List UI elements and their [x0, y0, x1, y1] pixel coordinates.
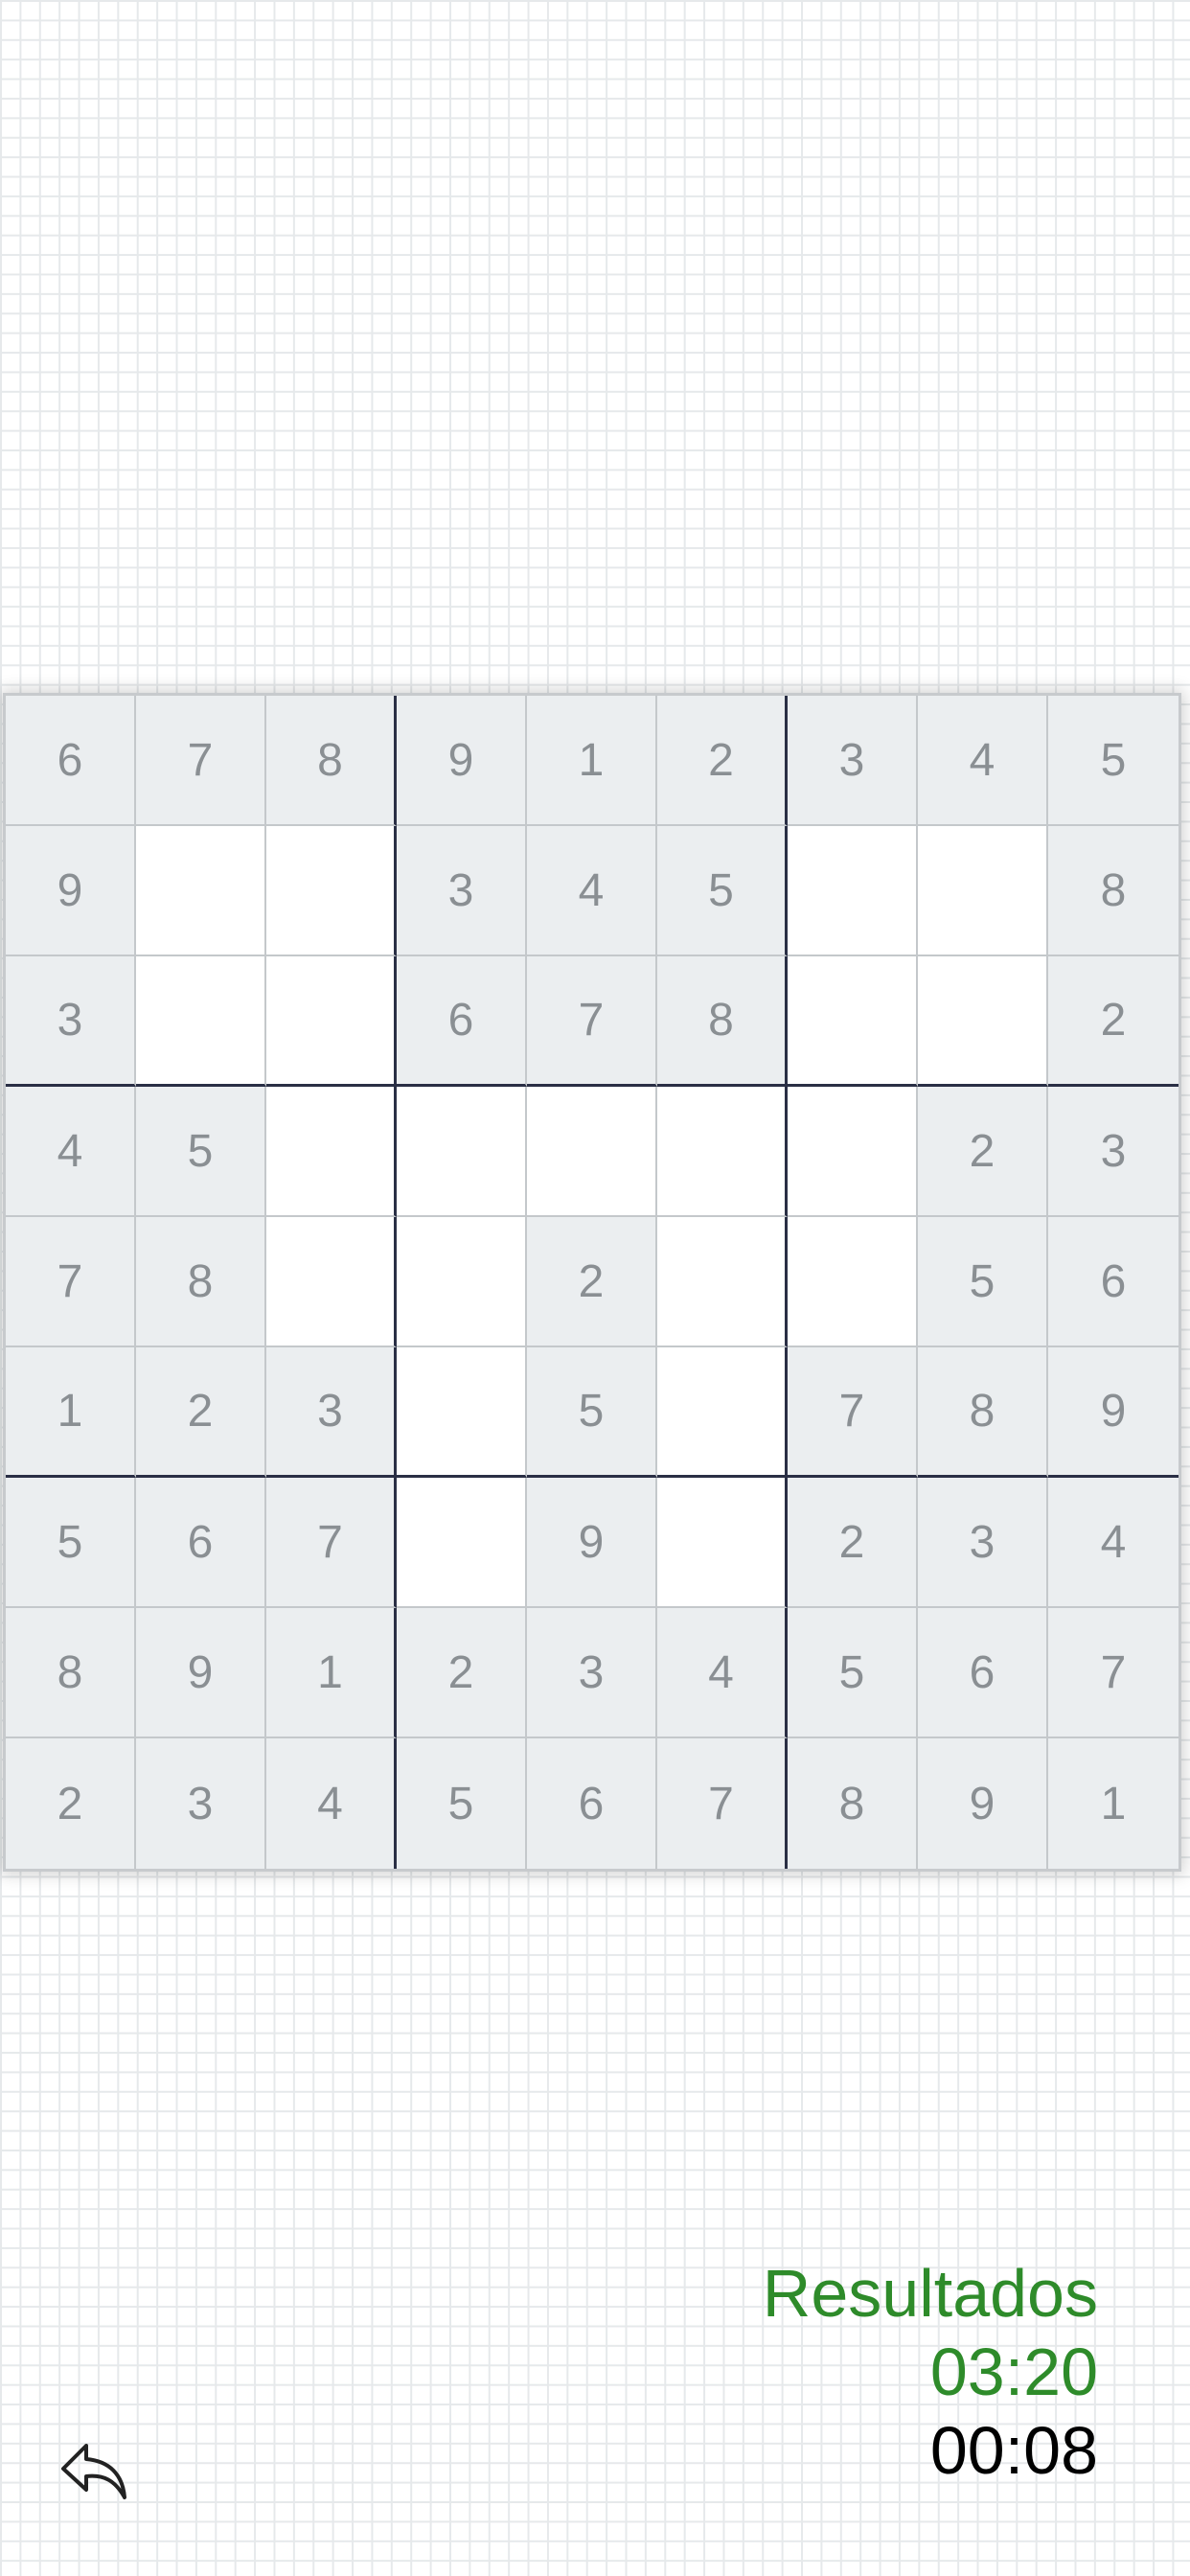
given-cell[interactable]: 1	[266, 1608, 397, 1738]
given-cell[interactable]: 3	[6, 956, 136, 1087]
empty-cell[interactable]	[397, 1347, 527, 1478]
given-cell[interactable]: 8	[266, 696, 397, 826]
given-cell[interactable]: 5	[136, 1087, 266, 1217]
given-cell[interactable]: 6	[136, 1478, 266, 1608]
empty-cell[interactable]	[397, 1217, 527, 1347]
given-cell[interactable]: 9	[1048, 1347, 1179, 1478]
empty-cell[interactable]	[788, 1087, 918, 1217]
given-cell[interactable]: 3	[397, 826, 527, 956]
given-cell[interactable]: 9	[6, 826, 136, 956]
given-cell[interactable]: 5	[657, 826, 788, 956]
empty-cell[interactable]	[657, 1087, 788, 1217]
empty-cell[interactable]	[918, 826, 1048, 956]
given-cell[interactable]: 6	[918, 1608, 1048, 1738]
given-cell[interactable]: 3	[1048, 1087, 1179, 1217]
given-cell[interactable]: 3	[136, 1738, 266, 1869]
given-cell[interactable]: 8	[918, 1347, 1048, 1478]
given-cell[interactable]: 5	[527, 1347, 657, 1478]
empty-cell[interactable]	[397, 1087, 527, 1217]
given-cell[interactable]: 7	[136, 696, 266, 826]
given-cell[interactable]: 4	[918, 696, 1048, 826]
given-cell[interactable]: 3	[918, 1478, 1048, 1608]
best-time: 03:20	[929, 2334, 1098, 2409]
empty-cell[interactable]	[788, 826, 918, 956]
undo-button[interactable]	[57, 2438, 134, 2505]
given-cell[interactable]: 9	[136, 1608, 266, 1738]
given-cell[interactable]: 2	[397, 1608, 527, 1738]
empty-cell[interactable]	[136, 826, 266, 956]
empty-cell[interactable]	[266, 1217, 397, 1347]
given-cell[interactable]: 4	[6, 1087, 136, 1217]
given-cell[interactable]: 2	[136, 1347, 266, 1478]
empty-cell[interactable]	[266, 826, 397, 956]
sudoku-board: 6789123459345836782452378256123578956792…	[6, 696, 1179, 1869]
given-cell[interactable]: 8	[136, 1217, 266, 1347]
empty-cell[interactable]	[788, 956, 918, 1087]
empty-cell[interactable]	[657, 1347, 788, 1478]
empty-cell[interactable]	[266, 1087, 397, 1217]
elapsed-time: 00:08	[929, 2413, 1098, 2488]
given-cell[interactable]: 3	[527, 1608, 657, 1738]
given-cell[interactable]: 2	[527, 1217, 657, 1347]
given-cell[interactable]: 2	[1048, 956, 1179, 1087]
given-cell[interactable]: 4	[266, 1738, 397, 1869]
given-cell[interactable]: 9	[397, 696, 527, 826]
given-cell[interactable]: 9	[918, 1738, 1048, 1869]
given-cell[interactable]: 8	[788, 1738, 918, 1869]
given-cell[interactable]: 5	[918, 1217, 1048, 1347]
empty-cell[interactable]	[657, 1217, 788, 1347]
empty-cell[interactable]	[136, 956, 266, 1087]
given-cell[interactable]: 6	[527, 1738, 657, 1869]
given-cell[interactable]: 7	[266, 1478, 397, 1608]
given-cell[interactable]: 5	[397, 1738, 527, 1869]
given-cell[interactable]: 8	[657, 956, 788, 1087]
given-cell[interactable]: 7	[1048, 1608, 1179, 1738]
given-cell[interactable]: 1	[527, 696, 657, 826]
given-cell[interactable]: 6	[397, 956, 527, 1087]
given-cell[interactable]: 7	[657, 1738, 788, 1869]
empty-cell[interactable]	[527, 1087, 657, 1217]
given-cell[interactable]: 4	[527, 826, 657, 956]
given-cell[interactable]: 3	[788, 696, 918, 826]
given-cell[interactable]: 2	[6, 1738, 136, 1869]
empty-cell[interactable]	[657, 1478, 788, 1608]
given-cell[interactable]: 4	[657, 1608, 788, 1738]
empty-cell[interactable]	[918, 956, 1048, 1087]
results-label[interactable]: Resultados	[763, 2254, 1098, 2333]
given-cell[interactable]: 8	[1048, 826, 1179, 956]
given-cell[interactable]: 7	[6, 1217, 136, 1347]
given-cell[interactable]: 6	[6, 696, 136, 826]
given-cell[interactable]: 3	[266, 1347, 397, 1478]
given-cell[interactable]: 5	[6, 1478, 136, 1608]
given-cell[interactable]: 5	[1048, 696, 1179, 826]
given-cell[interactable]: 4	[1048, 1478, 1179, 1608]
given-cell[interactable]: 2	[657, 696, 788, 826]
given-cell[interactable]: 9	[527, 1478, 657, 1608]
given-cell[interactable]: 7	[788, 1347, 918, 1478]
empty-cell[interactable]	[788, 1217, 918, 1347]
given-cell[interactable]: 8	[6, 1608, 136, 1738]
given-cell[interactable]: 1	[6, 1347, 136, 1478]
given-cell[interactable]: 2	[788, 1478, 918, 1608]
given-cell[interactable]: 1	[1048, 1738, 1179, 1869]
given-cell[interactable]: 2	[918, 1087, 1048, 1217]
results-panel: Resultados 03:20 00:08	[763, 2254, 1098, 2490]
given-cell[interactable]: 6	[1048, 1217, 1179, 1347]
given-cell[interactable]: 5	[788, 1608, 918, 1738]
empty-cell[interactable]	[397, 1478, 527, 1608]
given-cell[interactable]: 7	[527, 956, 657, 1087]
empty-cell[interactable]	[266, 956, 397, 1087]
undo-icon	[61, 2444, 126, 2499]
